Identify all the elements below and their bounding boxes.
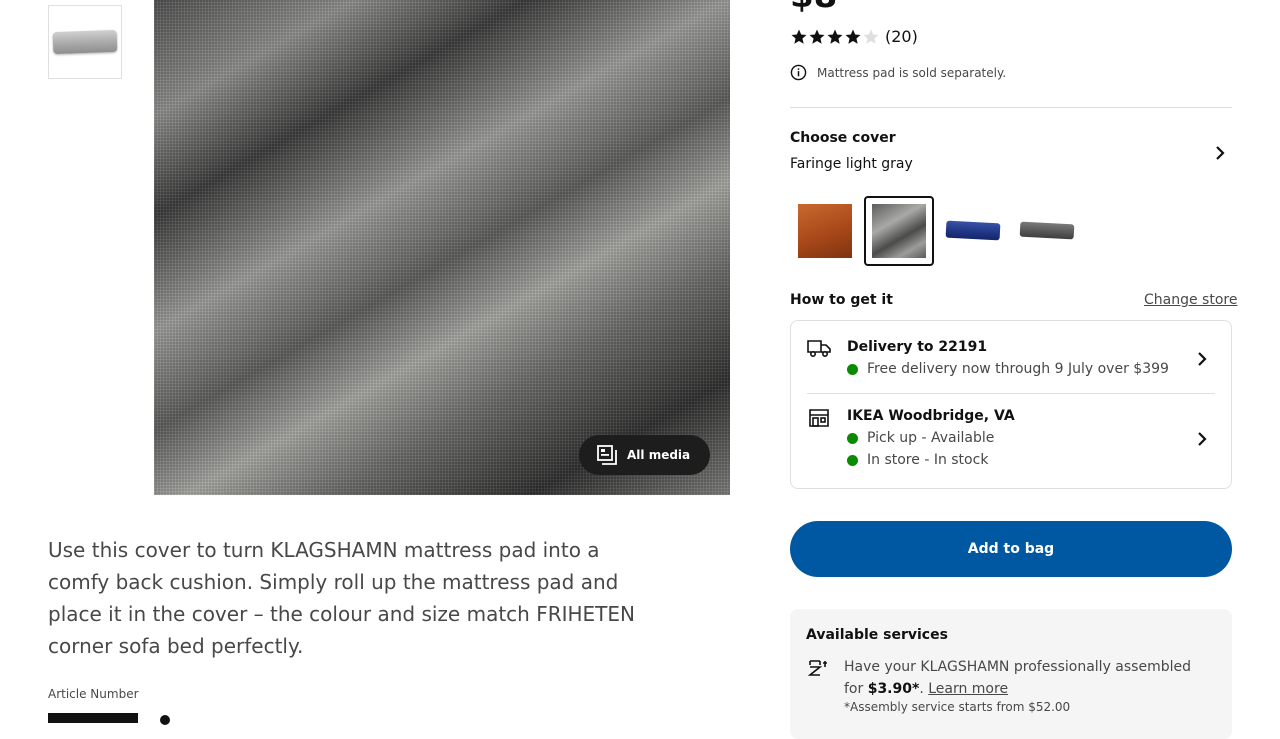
star-icon [791, 29, 807, 44]
chevron-right-icon[interactable] [1194, 350, 1210, 372]
how-to-get-it-label: How to get it [790, 292, 893, 308]
cover-swatch-dark-gray[interactable] [1012, 196, 1082, 266]
cover-swatch-rust[interactable] [790, 196, 860, 266]
services-price: $3.90* [867, 681, 920, 697]
star-icon [809, 29, 825, 44]
mattress-notice: Mattress pad is sold separately. [790, 64, 1006, 81]
info-icon [790, 64, 807, 81]
swatch-image [945, 220, 1001, 241]
article-number-badge [48, 713, 138, 723]
cover-swatch-blue[interactable] [938, 196, 1008, 266]
truck-icon [807, 338, 831, 362]
assembly-icon [807, 657, 829, 683]
add-to-bag-button[interactable]: Add to bag [790, 521, 1232, 577]
change-store-link[interactable]: Change store [1144, 292, 1237, 308]
article-number-label: Article Number [48, 687, 139, 701]
learn-more-link[interactable]: Learn more [928, 681, 1008, 697]
services-title: Available services [806, 627, 948, 643]
product-thumbnail[interactable] [48, 5, 122, 79]
services-note: *Assembly service starts from $52.00 [844, 700, 1071, 714]
services-text: Have your KLAGSHAMN professionally assem… [844, 659, 1192, 697]
product-price: $8 [790, 0, 837, 16]
swatch-image [1019, 221, 1075, 240]
gallery-icon [597, 445, 617, 465]
delivery-status: Free delivery now through 9 July over $3… [847, 361, 1169, 377]
choose-cover-value[interactable]: Faringe light gray [790, 156, 913, 172]
star-empty-icon [863, 29, 879, 44]
cover-swatch-light-gray[interactable] [864, 196, 934, 266]
status-dot [847, 454, 858, 466]
instore-line: In store - In stock [867, 452, 989, 468]
chevron-right-icon[interactable] [1194, 430, 1210, 452]
delivery-line: Free delivery now through 9 July over $3… [867, 361, 1169, 377]
status-dot [847, 432, 858, 444]
swatch-image [798, 204, 852, 258]
star-icon [827, 29, 843, 44]
store-icon [808, 408, 830, 432]
divider [807, 393, 1215, 394]
main-product-image[interactable] [154, 0, 730, 495]
notice-text: Mattress pad is sold separately. [817, 65, 1007, 80]
pickup-line: Pick up - Available [867, 430, 995, 446]
chevron-right-icon[interactable] [1210, 143, 1230, 167]
location-pin-icon [160, 715, 170, 725]
pickup-status: Pick up - Available [847, 430, 994, 446]
rating-count[interactable]: (20) [885, 28, 918, 46]
status-dot [847, 363, 858, 375]
choose-cover-label[interactable]: Choose cover [790, 130, 896, 146]
all-media-button[interactable]: All media [579, 435, 710, 475]
star-icon [845, 29, 861, 44]
all-media-label: All media [627, 448, 691, 462]
swatch-image [872, 204, 926, 258]
instore-status: In store - In stock [847, 452, 988, 468]
divider [790, 107, 1232, 108]
rating-stars[interactable] [790, 28, 880, 46]
store-title[interactable]: IKEA Woodbridge, VA [847, 408, 1015, 424]
thumbnail-image [52, 29, 118, 55]
product-description: Use this cover to turn KLAGSHAMN mattres… [48, 538, 635, 658]
delivery-title[interactable]: Delivery to 22191 [847, 339, 987, 355]
